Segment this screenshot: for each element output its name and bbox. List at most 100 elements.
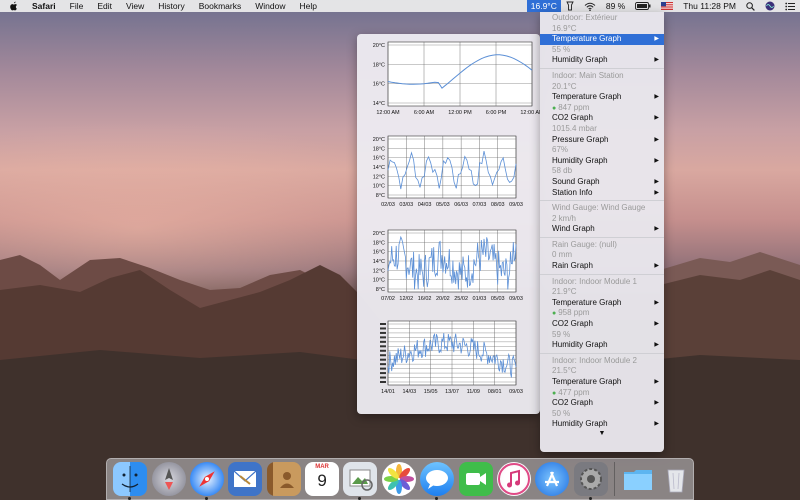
menu-item-label: Indoor: Main Station — [552, 70, 624, 80]
scroll-down-arrow-icon[interactable]: ▼ — [540, 430, 664, 438]
menu-item-temperature-graph[interactable]: Temperature Graph ▶ — [540, 34, 664, 45]
menu-item-label: Indoor: Indoor Module 1 — [552, 276, 637, 286]
facetime-icon[interactable] — [458, 462, 493, 496]
submenu-arrow-icon: ▶ — [654, 115, 659, 122]
menu-separator — [540, 67, 664, 69]
preview-icon[interactable] — [343, 462, 378, 500]
menu-item-rain-graph[interactable]: Rain Graph ▶ — [540, 261, 664, 272]
menu-item-temperature-graph[interactable]: Temperature Graph ▶ — [540, 92, 664, 103]
menu-item-humidity-graph[interactable]: Humidity Graph ▶ — [540, 419, 664, 430]
y-tick-label: 16°C — [373, 82, 385, 88]
app-store-icon[interactable] — [535, 462, 570, 496]
spotlight-search-icon[interactable] — [746, 1, 755, 11]
reading-value: 2 km/h — [540, 214, 664, 225]
submenu-arrow-icon: ▶ — [654, 36, 659, 43]
menu-item-humidity-graph[interactable]: Humidity Graph ▶ — [540, 340, 664, 351]
menu-item-label: Temperature Graph — [552, 377, 622, 386]
menu-item-label: Humidity Graph — [552, 419, 608, 429]
clock[interactable]: Thu 11:28 PM — [683, 1, 736, 11]
x-tick-label: 16/02 — [418, 296, 432, 302]
menu-item-label: Rain Gauge: (null) — [552, 239, 617, 249]
calendar-icon[interactable]: MAR 9 — [305, 462, 340, 496]
battery-percentage[interactable]: 89 % — [606, 1, 625, 11]
contacts-icon[interactable] — [266, 462, 301, 496]
y-tick-label: 16°C — [373, 156, 385, 162]
y-tick-label: 14°C — [373, 165, 385, 171]
submenu-arrow-icon: ▶ — [654, 94, 659, 101]
graph-outdoor-24h: 12:00 AM 6:00 AM 12:00 PM 6:00 PM 12:00 AM 20… — [357, 38, 540, 122]
menu-item-sound-graph[interactable]: Sound Graph ▶ — [540, 177, 664, 188]
menu-item-label: 477 ppm — [558, 387, 590, 397]
submenu-arrow-icon: ▶ — [654, 57, 659, 64]
flashlight-icon[interactable] — [566, 1, 574, 11]
launchpad-icon[interactable] — [151, 462, 186, 496]
messages-icon[interactable] — [420, 462, 455, 500]
menu-edit[interactable]: Edit — [90, 1, 119, 11]
x-tick-label: 05/03 — [436, 202, 450, 208]
submenu-arrow-icon: ▶ — [654, 400, 659, 407]
menu-item-station-info[interactable]: Station Info ▶ — [540, 188, 664, 199]
menu-item-label: 2 km/h — [552, 213, 577, 223]
menu-bookmarks[interactable]: Bookmarks — [192, 1, 249, 11]
menu-item-co2-graph[interactable]: CO2 Graph ▶ — [540, 113, 664, 124]
graph-week: 02/03 03/03 04/03 05/03 06/03 07/03 08/03 09/03… — [357, 130, 540, 216]
y-tick-mark — [380, 327, 386, 330]
x-tick-label: 20/02 — [436, 296, 450, 302]
section-header: Indoor: Main Station — [540, 71, 664, 82]
x-tick-label: 09/03 — [509, 296, 523, 302]
menu-item-label: 59 % — [552, 329, 571, 339]
siri-icon[interactable] — [765, 1, 775, 11]
weather-dropdown-menu: Outdoor: Extérieur 16.9°C Temperature Grap… — [540, 12, 664, 452]
finder-icon[interactable] — [113, 462, 148, 500]
menu-view[interactable]: View — [119, 1, 151, 11]
trash-icon[interactable] — [659, 462, 693, 496]
weather-status-item[interactable]: 16.9°C — [526, 0, 561, 12]
menu-item-label: 21.5°C — [552, 366, 577, 376]
menu-history[interactable]: History — [151, 1, 191, 11]
menu-item-temperature-graph[interactable]: Temperature Graph ▶ — [540, 377, 664, 388]
calendar-day: 9 — [317, 471, 327, 490]
mail-icon[interactable] — [228, 462, 263, 496]
reading-value: 20.1°C — [540, 82, 664, 93]
photos-icon[interactable] — [381, 462, 416, 496]
x-tick-label: 07/02 — [381, 296, 395, 302]
menu-item-wind-graph[interactable]: Wind Graph ▶ — [540, 224, 664, 235]
menu-separator — [540, 236, 664, 238]
x-tick-label: 14/01 — [381, 389, 395, 395]
reading-value: 55 % — [540, 45, 664, 56]
battery-icon[interactable] — [635, 2, 651, 10]
menu-item-humidity-graph[interactable]: Humidity Graph ▶ — [540, 156, 664, 167]
notification-center-icon[interactable] — [785, 2, 795, 11]
wifi-icon[interactable] — [584, 2, 596, 11]
status-area: 16.9°C 89 % Thu 11:28 PM — [526, 0, 800, 12]
menu-item-temperature-graph[interactable]: Temperature Graph ▶ — [540, 298, 664, 309]
itunes-icon[interactable] — [496, 462, 531, 496]
menu-item-pressure-graph[interactable]: Pressure Graph ▶ — [540, 135, 664, 146]
menu-item-label: Humidity Graph — [552, 340, 608, 350]
downloads-folder-icon[interactable] — [621, 462, 655, 496]
reading-value: ● 958 ppm — [540, 308, 664, 319]
reading-value: ● 847 ppm — [540, 103, 664, 114]
menu-item-label: 58 db — [552, 166, 573, 176]
menu-window[interactable]: Window — [248, 1, 292, 11]
menu-item-co2-graph[interactable]: CO2 Graph ▶ — [540, 319, 664, 330]
menu-item-label: Humidity Graph — [552, 55, 608, 65]
menu-item-co2-graph[interactable]: CO2 Graph ▶ — [540, 398, 664, 409]
y-tick-mark — [380, 354, 386, 357]
safari-icon[interactable] — [189, 462, 224, 500]
x-tick-label: 07/03 — [473, 202, 487, 208]
menu-file[interactable]: File — [63, 1, 91, 11]
menu-item-label: 16.9°C — [552, 23, 577, 33]
menu-item-label: 1015.4 mbar — [552, 123, 597, 133]
us-flag-icon[interactable] — [661, 2, 674, 10]
apple-icon[interactable] — [9, 1, 19, 11]
x-tick-label: 12:00 PM — [448, 110, 472, 116]
system-preferences-icon[interactable] — [573, 462, 608, 500]
y-tick-mark — [380, 358, 386, 361]
menu-item-humidity-graph[interactable]: Humidity Graph ▶ — [540, 55, 664, 66]
menu-app-name[interactable]: Safari — [25, 1, 63, 11]
menu-help[interactable]: Help — [292, 1, 323, 11]
menu-item-label: Sound Graph — [552, 176, 600, 186]
y-tick-mark — [380, 336, 386, 339]
section-header: Indoor: Indoor Module 2 — [540, 356, 664, 367]
